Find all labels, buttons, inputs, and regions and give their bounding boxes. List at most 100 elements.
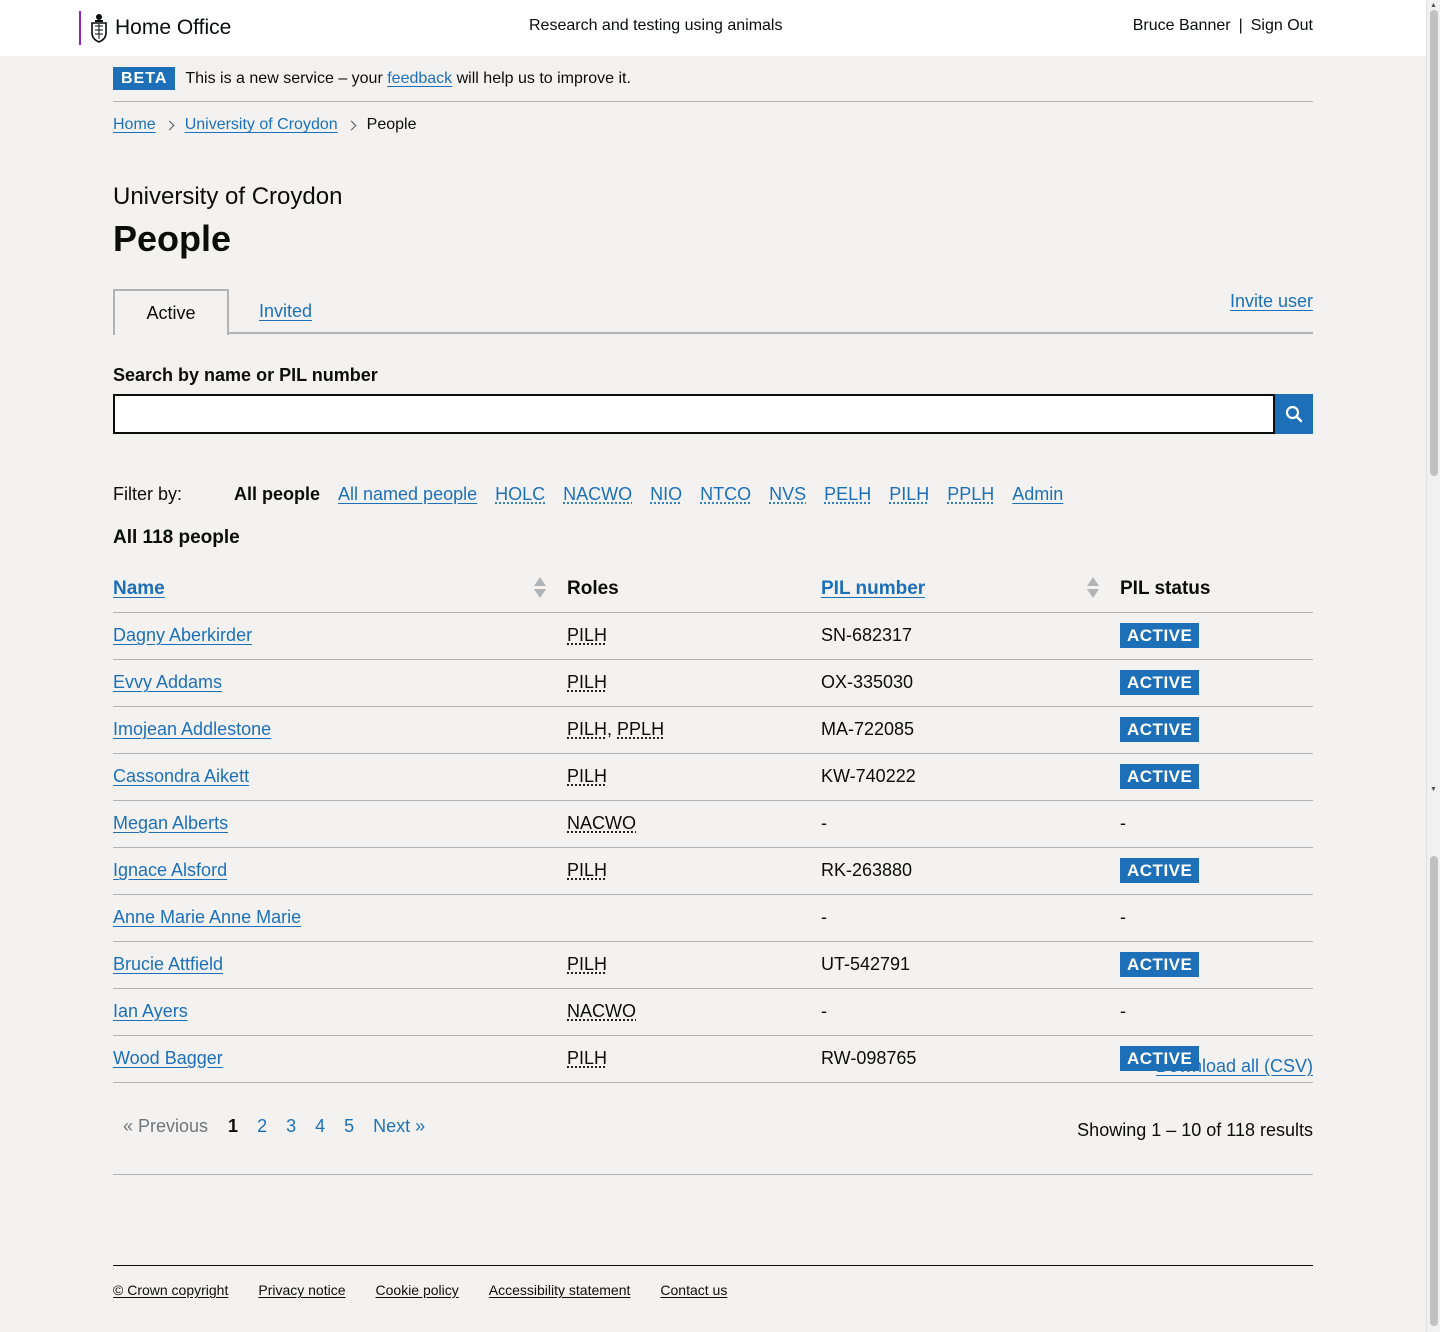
- table-row: Ignace Alsford PILH RK-263880 ACTIVE: [113, 847, 1313, 895]
- sort-arrows-icon[interactable]: [534, 577, 546, 599]
- site-header: Home Office Research and testing using a…: [0, 0, 1426, 56]
- cell-name: Cassondra Aikett: [113, 753, 567, 801]
- filter-ntco[interactable]: NTCO: [700, 484, 751, 505]
- cell-pil-number: RK-263880: [821, 847, 1120, 895]
- cell-name: Evvy Addams: [113, 659, 567, 707]
- person-name-link[interactable]: Imojean Addlestone: [113, 719, 271, 739]
- column-header-pil-status: PIL status: [1120, 565, 1313, 613]
- phase-text: This is a new service – your feedback wi…: [185, 70, 631, 88]
- cell-pil-status: -: [1120, 988, 1313, 1036]
- person-name-link[interactable]: Anne Marie Anne Marie: [113, 907, 301, 927]
- home-office-logo[interactable]: Home Office: [79, 11, 231, 45]
- page-caption: University of Croydon: [113, 183, 343, 210]
- cell-pil-status: ACTIVE: [1120, 706, 1313, 754]
- breadcrumb-current: People: [366, 116, 417, 133]
- person-name-link[interactable]: Evvy Addams: [113, 672, 222, 692]
- cell-roles: PILH: [567, 941, 821, 989]
- page-5[interactable]: 5: [344, 1116, 354, 1137]
- filter-holc[interactable]: HOLC: [495, 484, 545, 505]
- sort-by-pil-number-link[interactable]: PIL number: [821, 578, 925, 599]
- filter-pelh[interactable]: PELH: [824, 484, 871, 505]
- person-name-link[interactable]: Ian Ayers: [113, 1001, 188, 1021]
- cell-name: Brucie Attfield: [113, 941, 567, 989]
- column-header-roles: Roles: [567, 565, 821, 613]
- user-name[interactable]: Bruce Banner: [1133, 17, 1231, 35]
- role-abbreviation: PILH: [567, 625, 608, 645]
- status-badge: ACTIVE: [1120, 717, 1200, 742]
- contact-us-link[interactable]: Contact us: [660, 1282, 727, 1298]
- cell-pil-status: ACTIVE: [1120, 753, 1313, 801]
- cookie-policy-link[interactable]: Cookie policy: [376, 1282, 459, 1298]
- scrollbar-thumb-secondary[interactable]: [1430, 856, 1438, 1326]
- page-3[interactable]: 3: [286, 1116, 296, 1137]
- page-2[interactable]: 2: [257, 1116, 267, 1137]
- previous-page: « Previous: [123, 1116, 209, 1136]
- search-input[interactable]: [113, 394, 1275, 434]
- status-badge: ACTIVE: [1120, 764, 1200, 789]
- next-page[interactable]: Next »: [373, 1116, 425, 1137]
- search-button[interactable]: [1275, 394, 1313, 434]
- filter-nvs[interactable]: NVS: [769, 484, 806, 505]
- person-name-link[interactable]: Cassondra Aikett: [113, 766, 249, 786]
- cell-roles: PILH, PPLH: [567, 706, 821, 754]
- scroll-down-arrow-icon[interactable]: ▼: [1430, 786, 1437, 793]
- beta-tag: BETA: [113, 67, 176, 90]
- status-badge: -: [1120, 1001, 1126, 1021]
- sort-by-name-link[interactable]: Name: [113, 578, 165, 599]
- breadcrumb-home[interactable]: Home: [113, 116, 156, 134]
- cell-pil-status: ACTIVE: [1120, 659, 1313, 707]
- download-row: Download all (CSV): [113, 528, 1313, 1076]
- page-4[interactable]: 4: [315, 1116, 325, 1137]
- cell-pil-number: KW-740222: [821, 753, 1120, 801]
- filter-pilh[interactable]: PILH: [889, 484, 929, 505]
- cell-pil-status: ACTIVE: [1120, 941, 1313, 989]
- person-name-link[interactable]: Wood Bagger: [113, 1048, 223, 1068]
- table-row: Dagny Aberkirder PILH SN-682317 ACTIVE: [113, 612, 1313, 660]
- person-name-link[interactable]: Ignace Alsford: [113, 860, 227, 880]
- phase-text-after: will help us to improve it.: [456, 69, 631, 87]
- privacy-notice-link[interactable]: Privacy notice: [258, 1282, 345, 1298]
- nav-separator: |: [1238, 17, 1243, 34]
- cell-name: Imojean Addlestone: [113, 706, 567, 754]
- filter-nio[interactable]: NIO: [650, 484, 682, 505]
- role-abbreviation: PILH: [567, 954, 608, 974]
- cell-name: Megan Alberts: [113, 800, 567, 848]
- cell-name: Dagny Aberkirder: [113, 612, 567, 660]
- cell-roles: NACWO: [567, 800, 821, 848]
- page-scrollbar[interactable]: ▲ ▼: [1426, 0, 1440, 1332]
- scroll-up-arrow-icon[interactable]: ▲: [1430, 2, 1437, 9]
- status-badge: ACTIVE: [1120, 952, 1200, 977]
- phase-text-before: This is a new service – your: [185, 69, 383, 87]
- table-row: Ian Ayers NACWO - -: [113, 988, 1313, 1036]
- crown-copyright-link[interactable]: © Crown copyright: [113, 1282, 228, 1298]
- accessibility-statement-link[interactable]: Accessibility statement: [489, 1282, 631, 1298]
- scrollbar-thumb[interactable]: [1430, 10, 1438, 476]
- tab-invited[interactable]: Invited: [259, 301, 312, 322]
- person-name-link[interactable]: Dagny Aberkirder: [113, 625, 252, 645]
- search-form: [113, 394, 1313, 434]
- person-name-link[interactable]: Megan Alberts: [113, 813, 228, 833]
- sort-arrows-icon[interactable]: [1087, 577, 1099, 599]
- filter-nacwo[interactable]: NACWO: [563, 484, 632, 505]
- filter-all-named-people[interactable]: All named people: [338, 484, 477, 505]
- feedback-link[interactable]: feedback: [387, 70, 452, 87]
- person-name-link[interactable]: Brucie Attfield: [113, 954, 223, 974]
- service-name[interactable]: Research and testing using animals: [529, 17, 782, 35]
- chevron-right-icon: [346, 120, 357, 130]
- filter-admin[interactable]: Admin: [1012, 484, 1063, 505]
- tabs: Active Invited Invite user: [113, 288, 1313, 335]
- table-row: Brucie Attfield PILH UT-542791 ACTIVE: [113, 941, 1313, 989]
- page-links: « Previous 1 2 3 4 5 Next »: [123, 1116, 425, 1137]
- status-badge: -: [1120, 907, 1126, 927]
- role-separator: ,: [607, 719, 618, 739]
- invite-user-link[interactable]: Invite user: [1230, 291, 1313, 312]
- role-abbreviation: PILH: [567, 1048, 608, 1068]
- sign-out-link[interactable]: Sign Out: [1251, 17, 1313, 35]
- tab-active[interactable]: Active: [113, 289, 229, 335]
- pagination: « Previous 1 2 3 4 5 Next » Showing 1 – …: [113, 1116, 1313, 1175]
- chevron-right-icon: [164, 120, 175, 130]
- breadcrumb-establishment[interactable]: University of Croydon: [185, 116, 338, 134]
- filter-pplh[interactable]: PPLH: [947, 484, 994, 505]
- table-row: Anne Marie Anne Marie - -: [113, 894, 1313, 942]
- cell-pil-status: ACTIVE: [1120, 847, 1313, 895]
